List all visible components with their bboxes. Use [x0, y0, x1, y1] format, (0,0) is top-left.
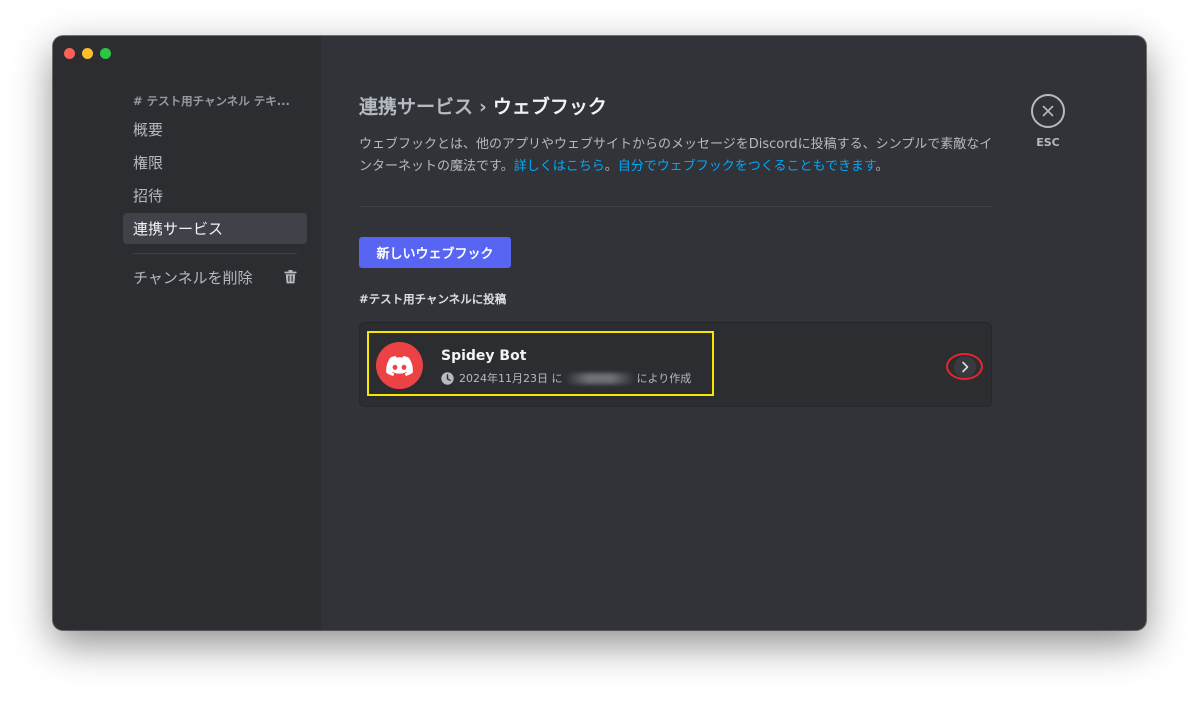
webhook-created-date: 2024年11月23日 に: [459, 372, 563, 385]
description-sep: 。: [604, 159, 618, 174]
sidebar-item-integrations[interactable]: 連携サービス: [123, 213, 307, 244]
delete-channel-button[interactable]: チャンネルを削除: [123, 262, 307, 293]
create-own-webhook-link[interactable]: 自分でウェブフックをつくることもできます: [618, 159, 876, 174]
channel-section-label: #テスト用チャンネルに投稿: [359, 292, 507, 306]
webhook-card[interactable]: Spidey Bot 2024年11月23日 に により作成: [359, 322, 992, 407]
settings-window: # テスト用チャンネル テキ... 概要 権限 招待 連携サービス チャンネルを…: [53, 36, 1146, 630]
sidebar-item-label: 権限: [133, 154, 164, 172]
webhook-description: ウェブフックとは、他のアプリやウェブサイトからのメッセージをDiscordに投稿…: [359, 134, 999, 178]
sidebar-item-label: 概要: [133, 121, 164, 139]
description-end: 。: [875, 159, 889, 174]
zoom-window-button[interactable]: [100, 48, 111, 59]
webhook-created-suffix: により作成: [636, 372, 692, 385]
page-title: 連携サービス › ウェブフック: [359, 92, 607, 119]
webhook-avatar[interactable]: [376, 342, 423, 389]
learn-more-link[interactable]: 詳しくはこちら: [514, 159, 605, 174]
sidebar-item-permissions[interactable]: 権限: [123, 147, 307, 178]
sidebar-channel-header: # テスト用チャンネル テキ...: [133, 94, 290, 108]
breadcrumb-separator: ›: [479, 96, 487, 118]
main-content: 連携サービス › ウェブフック ウェブフックとは、他のアプリやウェブサイトからのメッ…: [321, 36, 1146, 630]
sidebar: # テスト用チャンネル テキ... 概要 権限 招待 連携サービス チャンネルを…: [53, 36, 321, 630]
webhook-meta: 2024年11月23日 に により作成: [441, 370, 691, 386]
minimize-window-button[interactable]: [82, 48, 93, 59]
window-controls: [64, 48, 111, 59]
circle-annotation: [946, 353, 983, 380]
expand-webhook-button[interactable]: [953, 355, 976, 378]
sidebar-item-label: 連携サービス: [133, 220, 224, 238]
sidebar-item-label: 招待: [133, 187, 164, 205]
discord-logo-icon: [386, 355, 413, 376]
close-settings-button[interactable]: [1031, 94, 1065, 128]
chevron-right-icon: [961, 361, 968, 372]
trash-icon: [284, 270, 297, 288]
breadcrumb-current: ウェブフック: [492, 96, 607, 118]
delete-channel-label: チャンネルを削除: [133, 269, 253, 287]
redacted-creator-name: [564, 372, 635, 384]
breadcrumb-parent[interactable]: 連携サービス: [359, 96, 473, 118]
sidebar-item-invites[interactable]: 招待: [123, 180, 307, 211]
sidebar-item-overview[interactable]: 概要: [123, 114, 307, 145]
esc-label: ESC: [1036, 136, 1060, 149]
webhook-name: Spidey Bot: [441, 348, 527, 364]
new-webhook-button[interactable]: 新しいウェブフック: [359, 237, 511, 268]
section-divider: [359, 206, 992, 207]
close-icon: [1042, 105, 1054, 117]
close-window-button[interactable]: [64, 48, 75, 59]
clock-icon: [441, 371, 454, 385]
sidebar-divider: [133, 253, 297, 254]
